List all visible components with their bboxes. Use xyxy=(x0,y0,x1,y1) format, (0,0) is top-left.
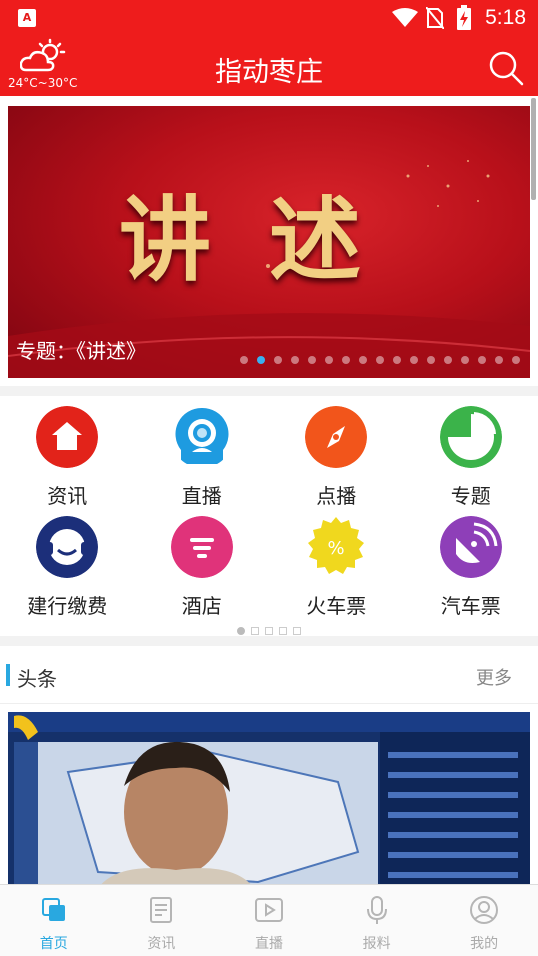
service-item[interactable]: 点播 xyxy=(269,406,404,516)
tab-label: 资讯 xyxy=(147,936,176,952)
service-label: 专题 xyxy=(450,484,491,508)
banner-dot[interactable] xyxy=(427,356,435,364)
service-label: 直播 xyxy=(181,484,222,508)
service-item[interactable]: 直播 xyxy=(135,406,270,516)
headset-icon xyxy=(36,516,99,578)
wifi-icon xyxy=(392,8,418,27)
webcam-icon xyxy=(175,407,229,464)
bottom-tab-bar: 首页 资讯 直播 报料 我的 xyxy=(0,884,538,956)
train-ticket-icon: % xyxy=(308,517,365,574)
service-label: 汽车票 xyxy=(440,594,501,618)
services-grid: 资讯 直播 点播 专题 建行缴费 酒店% 火车票 汽车票 xyxy=(0,406,538,626)
search-icon[interactable] xyxy=(488,50,524,86)
banner-dot[interactable] xyxy=(512,356,520,364)
banner-pagination xyxy=(240,356,520,364)
services-page-dot[interactable] xyxy=(279,627,287,635)
battery-charging-icon xyxy=(457,5,471,30)
banner-section: 讲述 专题：《讲述》 xyxy=(0,96,538,386)
service-label: 火车票 xyxy=(306,594,367,618)
banner-dot[interactable] xyxy=(478,356,486,364)
pie-chart-icon xyxy=(439,406,502,468)
banner-dot[interactable] xyxy=(359,356,367,364)
compass-icon xyxy=(305,406,368,468)
headline-news xyxy=(0,704,538,888)
headline-news-image[interactable] xyxy=(8,712,530,888)
banner-dot[interactable] xyxy=(274,356,282,364)
service-label: 点播 xyxy=(316,484,357,508)
services-page-dot[interactable] xyxy=(293,627,301,635)
user-icon xyxy=(470,896,499,924)
svg-text:%: % xyxy=(328,538,345,559)
satellite-icon xyxy=(439,516,502,578)
banner-dot[interactable] xyxy=(410,356,418,364)
service-label: 建行缴费 xyxy=(27,594,108,618)
banner-dot[interactable] xyxy=(376,356,384,364)
services-page-dot[interactable] xyxy=(265,627,273,635)
service-label: 酒店 xyxy=(181,594,222,618)
play-icon xyxy=(254,898,283,922)
banner-dot[interactable] xyxy=(308,356,316,364)
tab-report[interactable]: 报料 xyxy=(323,885,431,956)
section-accent-bar xyxy=(6,664,10,686)
service-item[interactable]: 酒店 xyxy=(135,516,270,626)
news-video-frame xyxy=(8,712,530,888)
service-label: 资讯 xyxy=(47,484,88,508)
banner-caption: 专题：《讲述》 xyxy=(16,339,146,363)
microphone-icon xyxy=(366,896,387,924)
tab-label: 首页 xyxy=(39,936,68,952)
tab-mine[interactable]: 我的 xyxy=(430,885,538,956)
banner-dot[interactable] xyxy=(342,356,350,364)
banner-dot[interactable] xyxy=(461,356,469,364)
more-link[interactable]: 更多 xyxy=(476,664,512,690)
tab-label: 我的 xyxy=(470,936,499,952)
service-item[interactable]: % 火车票 xyxy=(269,516,404,626)
banner-headline: 讲述 xyxy=(118,186,419,294)
services-page-dot[interactable] xyxy=(251,627,259,635)
clock: 5:18 xyxy=(485,6,526,29)
service-item[interactable]: 资讯 xyxy=(0,406,135,516)
no-sim-icon xyxy=(426,7,444,29)
status-bar: A 5:18 xyxy=(0,0,538,36)
banner-carousel[interactable]: 讲述 专题：《讲述》 xyxy=(8,106,530,378)
banner-dot[interactable] xyxy=(325,356,333,364)
banner-dot[interactable] xyxy=(257,356,265,364)
home-icon xyxy=(36,406,99,468)
home-tab-icon xyxy=(41,898,65,921)
app-notification-icon: A xyxy=(18,9,36,27)
services-page-dot[interactable] xyxy=(237,627,245,635)
banner-dot[interactable] xyxy=(291,356,299,364)
services-pagination xyxy=(0,620,538,639)
tab-label: 报料 xyxy=(362,936,391,952)
news-icon xyxy=(150,897,173,923)
hotel-icon xyxy=(170,516,233,578)
banner-dot[interactable] xyxy=(495,356,503,364)
app-title: 指动枣庄 xyxy=(215,57,323,88)
headlines-header: 头条 更多 xyxy=(0,646,538,704)
services-section: 资讯 直播 点播 专题 建行缴费 酒店% 火车票 汽车票 xyxy=(0,396,538,636)
tab-news[interactable]: 资讯 xyxy=(108,885,216,956)
banner-dot[interactable] xyxy=(444,356,452,364)
headlines-title: 头条 xyxy=(17,667,57,691)
scrollbar[interactable] xyxy=(531,98,536,200)
banner-dot[interactable] xyxy=(240,356,248,364)
service-item[interactable]: 专题 xyxy=(404,406,538,516)
banner-dot[interactable] xyxy=(393,356,401,364)
service-item[interactable]: 汽车票 xyxy=(404,516,538,626)
tab-home[interactable]: 首页 xyxy=(0,885,108,956)
app-bar: 24°C~30°C 指动枣庄 xyxy=(0,36,538,96)
tab-label: 直播 xyxy=(254,936,283,952)
tab-live[interactable]: 直播 xyxy=(215,885,323,956)
service-item[interactable]: 建行缴费 xyxy=(0,516,135,626)
